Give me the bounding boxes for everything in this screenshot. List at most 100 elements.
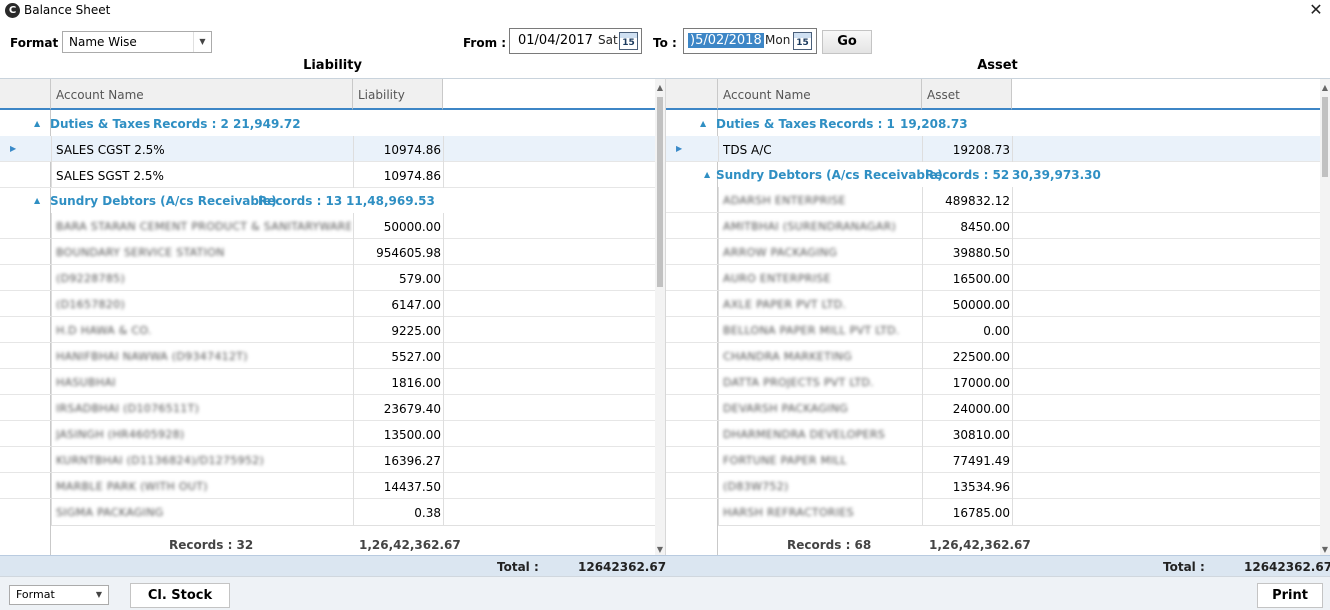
asset-footer-records: Records : 68: [787, 538, 872, 552]
liability-col-account-name[interactable]: Account Name: [51, 79, 353, 110]
bottom-format-select[interactable]: Format ▼: [9, 585, 109, 605]
account-name: AMITBHAI (SURENDRANAGAR): [723, 220, 897, 233]
asset-col-amount[interactable]: Asset: [922, 79, 1012, 110]
table-row[interactable]: ARROW PACKAGING 39880.50: [666, 239, 1321, 265]
account-name: SALES SGST 2.5%: [56, 169, 164, 183]
calendar-icon[interactable]: 15: [619, 32, 638, 50]
group-total: 19,208.73: [900, 117, 968, 131]
account-name: HASUBHAI: [56, 376, 116, 389]
asset-col-filler: [1012, 79, 1321, 110]
group-header[interactable]: ▲ Duties & Taxes Records : 1 19,208.73: [666, 111, 1321, 137]
group-total: 30,39,973.30: [1012, 168, 1101, 182]
to-date-picker[interactable]: )5/02/2018 Mon 15: [683, 28, 817, 54]
table-row[interactable]: ▶ SALES CGST 2.5% 10974.86: [0, 136, 655, 162]
to-label: To :: [653, 36, 677, 50]
collapse-icon[interactable]: ▲: [700, 119, 706, 128]
amount: 0.00: [983, 324, 1010, 338]
collapse-icon[interactable]: ▲: [34, 196, 40, 205]
table-row[interactable]: ADARSH ENTERPRISE 489832.12: [666, 187, 1321, 213]
chevron-down-icon[interactable]: ▼: [193, 32, 211, 52]
liability-footer-records: Records : 32: [169, 538, 254, 552]
table-row[interactable]: ▶ TDS A/C 19208.73: [666, 136, 1321, 162]
group-header[interactable]: ▲ Duties & Taxes Records : 2 21,949.72: [0, 111, 655, 137]
table-row[interactable]: (D9228785) 579.00: [0, 265, 655, 291]
group-name: Sundry Debtors (A/cs Receivable): [716, 168, 943, 182]
scroll-up-icon[interactable]: ▲: [1320, 83, 1330, 92]
table-row[interactable]: MARBLE PARK (WITH OUT) 14437.50: [0, 473, 655, 499]
liability-col-amount[interactable]: Liability: [353, 79, 443, 110]
format-select[interactable]: Name Wise ▼: [62, 31, 212, 53]
account-name: HANIFBHAI NAWWA (D9347412T): [56, 350, 248, 363]
amount: 17000.00: [952, 376, 1010, 390]
table-row[interactable]: BARA STARAN CEMENT PRODUCT & SANITARYWAR…: [0, 213, 655, 239]
table-row[interactable]: (D83W752) 13534.96: [666, 473, 1321, 499]
closing-stock-button[interactable]: Cl. Stock: [130, 583, 230, 608]
amount: 5527.00: [391, 350, 441, 364]
amount: 16396.27: [383, 454, 441, 468]
amount: 50000.00: [383, 220, 441, 234]
collapse-icon[interactable]: ▲: [704, 170, 710, 179]
liability-corner-header: [0, 79, 51, 110]
table-row[interactable]: DHARMENDRA DEVELOPERS 30810.00: [666, 421, 1321, 447]
table-row[interactable]: (D1657820) 6147.00: [0, 291, 655, 317]
asset-col-account-name[interactable]: Account Name: [718, 79, 922, 110]
scroll-down-icon[interactable]: ▼: [1320, 545, 1330, 554]
liability-footer-total: 1,26,42,362.67: [359, 538, 461, 552]
table-row[interactable]: BELLONA PAPER MILL PVT LTD. 0.00: [666, 317, 1321, 343]
group-records: Records : 2: [153, 117, 229, 131]
asset-footer-total: 1,26,42,362.67: [929, 538, 1031, 552]
table-row[interactable]: JASINGH (HR4605928) 13500.00: [0, 421, 655, 447]
account-name: KURNTBHAI (D1136824)/D1275952): [56, 454, 265, 467]
from-date-value[interactable]: 01/04/2017: [518, 33, 593, 48]
close-icon[interactable]: ✕: [1305, 0, 1327, 20]
table-row[interactable]: H.D HAWA & CO. 9225.00: [0, 317, 655, 343]
table-row[interactable]: CHANDRA MARKETING 22500.00: [666, 343, 1321, 369]
amount: 10974.86: [383, 169, 441, 183]
asset-section-title: Asset: [977, 58, 1018, 73]
calendar-icon[interactable]: 15: [793, 32, 812, 50]
format-label: Format :: [10, 36, 68, 50]
format-select-value: Name Wise: [69, 35, 137, 49]
chevron-down-icon[interactable]: ▼: [90, 586, 108, 604]
scroll-thumb[interactable]: [657, 97, 663, 287]
account-name: SIGMA PACKAGING: [56, 506, 164, 519]
table-row[interactable]: BOUNDARY SERVICE STATION 954605.98: [0, 239, 655, 265]
table-row[interactable]: IRSADBHAI (D1076511T) 23679.40: [0, 395, 655, 421]
table-row[interactable]: HASUBHAI 1816.00: [0, 369, 655, 395]
table-row[interactable]: DEVARSH PACKAGING 24000.00: [666, 395, 1321, 421]
collapse-icon[interactable]: ▲: [34, 119, 40, 128]
from-date-picker[interactable]: 01/04/2017 Sat 15: [509, 28, 642, 54]
print-button[interactable]: Print: [1257, 583, 1323, 608]
table-row[interactable]: AURO ENTERPRISE 16500.00: [666, 265, 1321, 291]
account-name: ARROW PACKAGING: [723, 246, 838, 259]
account-name: ADARSH ENTERPRISE: [723, 194, 846, 207]
group-records: Records : 1: [819, 117, 895, 131]
amount: 954605.98: [376, 246, 441, 260]
account-name: (D83W752): [723, 480, 789, 493]
account-name: AURO ENTERPRISE: [723, 272, 831, 285]
table-row[interactable]: AXLE PAPER PVT LTD. 50000.00: [666, 291, 1321, 317]
group-header[interactable]: ▲ Sundry Debtors (A/cs Receivable) Recor…: [666, 162, 1321, 188]
table-row[interactable]: HARSH REFRACTORIES 16785.00: [666, 499, 1321, 525]
group-header[interactable]: ▲ Sundry Debtors (A/cs Receivable) Recor…: [0, 188, 655, 214]
go-button[interactable]: Go: [822, 30, 872, 54]
table-row[interactable]: HANIFBHAI NAWWA (D9347412T) 5527.00: [0, 343, 655, 369]
table-row[interactable]: AMITBHAI (SURENDRANAGAR) 8450.00: [666, 213, 1321, 239]
asset-scrollbar[interactable]: ▲ ▼: [1320, 79, 1330, 556]
amount: 6147.00: [391, 298, 441, 312]
scroll-up-icon[interactable]: ▲: [655, 83, 665, 92]
amount: 77491.49: [952, 454, 1010, 468]
liability-scrollbar[interactable]: ▲ ▼: [655, 79, 665, 556]
table-row[interactable]: KURNTBHAI (D1136824)/D1275952) 16396.27: [0, 447, 655, 473]
table-row[interactable]: SIGMA PACKAGING 0.38: [0, 499, 655, 525]
scroll-down-icon[interactable]: ▼: [655, 545, 665, 554]
table-row[interactable]: DATTA PROJECTS PVT LTD. 17000.00: [666, 369, 1321, 395]
scroll-thumb[interactable]: [1322, 97, 1328, 177]
table-row[interactable]: FORTUNE PAPER MILL 77491.49: [666, 447, 1321, 473]
table-row[interactable]: SALES SGST 2.5% 10974.86: [0, 162, 655, 188]
amount: 0.38: [414, 506, 441, 520]
title-bar: C Balance Sheet ✕: [0, 0, 1330, 22]
bottom-format-value: Format: [16, 588, 55, 601]
to-date-value[interactable]: )5/02/2018: [688, 33, 764, 48]
row-pointer-icon: ▶: [10, 144, 17, 153]
